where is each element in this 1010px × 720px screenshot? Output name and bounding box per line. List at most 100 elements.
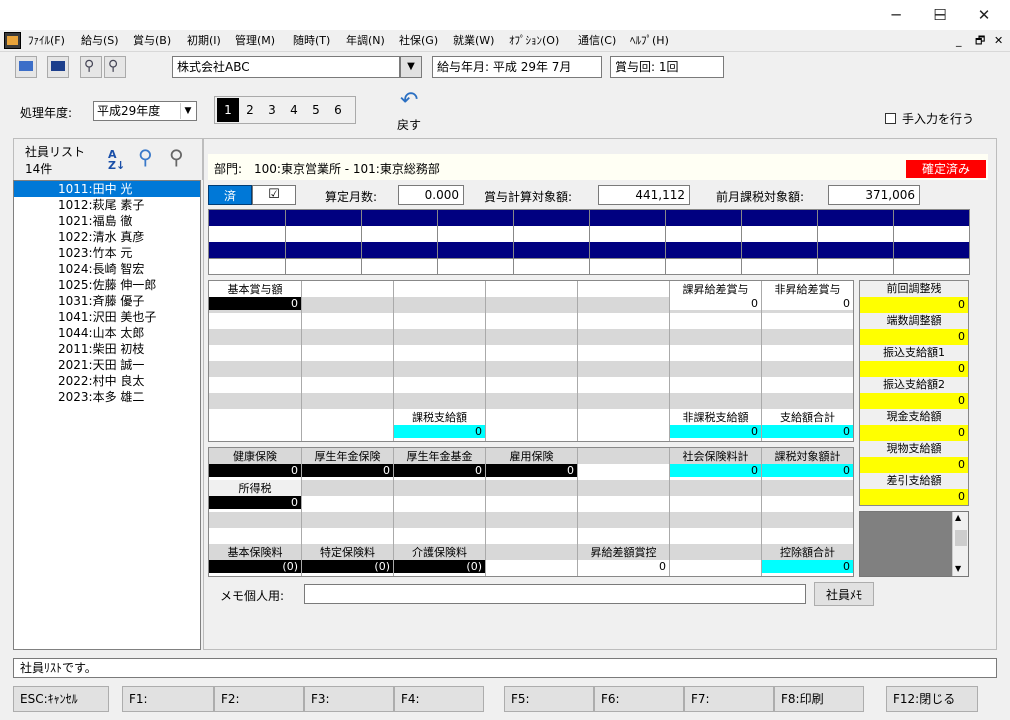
page-1-button[interactable]: 1 [217, 98, 239, 122]
diff-nontaxable-value[interactable]: 0 [762, 297, 853, 310]
f1-button[interactable]: F1: [122, 686, 214, 712]
scroll-up-icon[interactable]: ▲ [955, 513, 961, 522]
list-item[interactable]: 1025:佐藤 伸一郎 [14, 277, 200, 293]
list-item[interactable]: 1024:長崎 智宏 [14, 261, 200, 277]
employee-memo-button[interactable]: 社員ﾒﾓ [814, 582, 874, 606]
list-item[interactable]: 1044:山本 太郎 [14, 325, 200, 341]
list-item[interactable]: 2023:本多 雄二 [14, 389, 200, 405]
list-item[interactable]: 1022:清水 真彦 [14, 229, 200, 245]
page-3-button[interactable]: 3 [261, 98, 283, 122]
scroll-down-icon[interactable]: ▼ [955, 564, 961, 573]
page-4-button[interactable]: 4 [283, 98, 305, 122]
memo-input[interactable] [304, 584, 806, 604]
f3-button[interactable]: F3: [304, 686, 394, 712]
list-item[interactable]: 1023:竹本 元 [14, 245, 200, 261]
maximize-window-button[interactable]: ☐ [918, 0, 962, 30]
minimize-window-icon: ─ [891, 6, 901, 24]
transfer1-value[interactable]: 0 [860, 361, 968, 377]
basic-premium-value: (0) [209, 560, 301, 573]
target-field[interactable]: 441,112 [598, 185, 690, 205]
health-value[interactable]: 0 [209, 464, 301, 477]
done-checkbox[interactable]: ☑ [252, 185, 296, 205]
pension-fund-value[interactable]: 0 [394, 464, 485, 477]
mdi-restore-button[interactable]: 🗗 [975, 30, 985, 51]
f4-button[interactable]: F4: [394, 686, 484, 712]
clear-search-icon[interactable]: ⚲ [169, 147, 184, 167]
company-select[interactable]: 株式会社ABC [172, 56, 400, 78]
menu-comm[interactable]: 通信(C) [578, 30, 616, 51]
menu-salary[interactable]: 給与(S) [81, 30, 119, 51]
list-item[interactable]: 1012:萩尾 素子 [14, 197, 200, 213]
f6-button[interactable]: F6: [594, 686, 684, 712]
page-5-button[interactable]: 5 [305, 98, 327, 122]
menu-file[interactable]: ﾌｧｲﾙ(F) [28, 30, 65, 51]
employment-value[interactable]: 0 [486, 464, 577, 477]
back-button[interactable]: ↶ 戻す [390, 90, 430, 134]
zoom-in-icon[interactable]: ⚲ [80, 56, 102, 78]
esc-cancel-button[interactable]: ESC:ｷｬﾝｾﾙ [13, 686, 109, 712]
list-item[interactable]: 1021:福島 徹 [14, 213, 200, 229]
list-item[interactable]: 2011:柴田 初枝 [14, 341, 200, 357]
nontaxable-pay-value: 0 [670, 425, 761, 438]
employee-memo-label: 社員ﾒﾓ [825, 588, 862, 602]
menu-social[interactable]: 社保(G) [399, 30, 438, 51]
in-kind-value[interactable]: 0 [860, 457, 968, 473]
raise-diff-value[interactable]: 0 [578, 560, 669, 573]
menu-work[interactable]: 就業(W) [453, 30, 494, 51]
menu-help[interactable]: ﾍﾙﾌﾟ(H) [630, 30, 669, 51]
pension-value[interactable]: 0 [302, 464, 393, 477]
list-item[interactable]: 2021:天田 誠一 [14, 357, 200, 373]
search-icon[interactable]: ⚲ [138, 147, 153, 167]
menu-initial[interactable]: 初期(I) [187, 30, 221, 51]
toolbar: ⚲ ⚲ 株式会社ABC ▼ 給与年月: 平成 29年 7月 賞与回: 1回 [0, 51, 1010, 81]
list-item[interactable]: 1031:斉藤 優子 [14, 293, 200, 309]
f6-label: F6: [601, 692, 620, 706]
done-toggle[interactable]: 済 [208, 185, 252, 205]
sort-az-icon[interactable]: A Z↓ [108, 149, 125, 171]
memo-scrollbar[interactable]: ▲ ▼ [952, 512, 968, 576]
diff-taxable-value[interactable]: 0 [670, 297, 761, 310]
page-2-button[interactable]: 2 [239, 98, 261, 122]
f8-print-button[interactable]: F8:印刷 [774, 686, 864, 712]
company-dropdown-arrow-icon[interactable]: ▼ [400, 56, 422, 78]
prev-field[interactable]: 371,006 [828, 185, 920, 205]
menu-year-end[interactable]: 年調(N) [346, 30, 385, 51]
menu-option[interactable]: ｵﾌﾟｼｮﾝ(O) [509, 30, 559, 51]
employee-list-title: 社員リスト [25, 145, 86, 159]
employee-list[interactable]: 1011:田中 光 1012:萩尾 素子 1021:福島 徹 1022:清水 真… [13, 180, 201, 650]
rounding-value[interactable]: 0 [860, 329, 968, 345]
base-bonus-value[interactable]: 0 [209, 297, 301, 310]
zoom-out-icon[interactable]: ⚲ [104, 56, 126, 78]
cash-value[interactable]: 0 [860, 425, 968, 441]
list-item[interactable]: 2022:村中 良太 [14, 373, 200, 389]
months-field[interactable]: 0.000 [398, 185, 464, 205]
menu-bonus[interactable]: 賞与(B) [133, 30, 171, 51]
list-item[interactable]: 1011:田中 光 [14, 181, 200, 197]
pay-month-field: 給与年月: 平成 29年 7月 [432, 56, 602, 78]
f5-button[interactable]: F5: [504, 686, 594, 712]
special-premium-label: 特定保険料 [320, 546, 375, 559]
list-item[interactable]: 1041:沢田 美也子 [14, 309, 200, 325]
menu-manage[interactable]: 管理(M) [235, 30, 275, 51]
year-dropdown-icon[interactable]: ▼ [180, 103, 195, 119]
menu-adhoc[interactable]: 随時(T) [293, 30, 330, 51]
f12-close-button[interactable]: F12:閉じる [886, 686, 978, 712]
page-6-button[interactable]: 6 [327, 98, 349, 122]
income-tax-value[interactable]: 0 [209, 496, 301, 509]
transfer2-value[interactable]: 0 [860, 393, 968, 409]
image-icon[interactable] [47, 56, 69, 78]
f2-button[interactable]: F2: [214, 686, 304, 712]
monitor-icon[interactable] [15, 56, 37, 78]
mdi-close-button[interactable]: ✕ [994, 30, 1003, 51]
manual-input-checkbox[interactable] [885, 113, 896, 124]
f7-button[interactable]: F7: [684, 686, 774, 712]
prev-adjust-value[interactable]: 0 [860, 297, 968, 313]
bonus-round-value: 1回 [658, 60, 679, 74]
minimize-window-button[interactable]: ─ [874, 0, 918, 30]
close-window-button[interactable]: ✕ [962, 0, 1006, 30]
mdi-minimize-button[interactable]: _ [956, 30, 962, 51]
scroll-thumb[interactable] [955, 530, 967, 546]
f5-label: F5: [511, 692, 530, 706]
base-bonus-label: 基本賞与額 [227, 283, 283, 296]
checkbox-icon: ☑ [268, 187, 280, 202]
